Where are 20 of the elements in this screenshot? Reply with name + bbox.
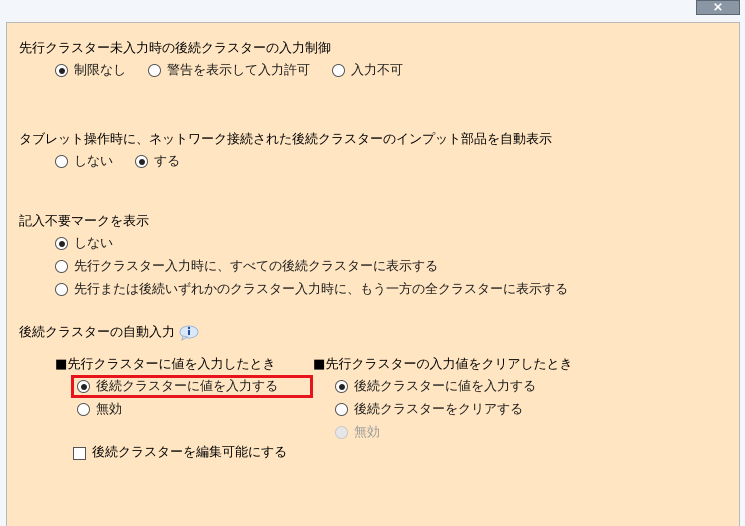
- group-heading: ■先行クラスターの入力値をクリアしたとき: [313, 356, 572, 374]
- radio-option[interactable]: 後続クラスターに値を入力する: [71, 375, 313, 398]
- radio-option[interactable]: しない: [49, 232, 739, 255]
- radio-option[interactable]: 後続クラスターをクリアする: [329, 398, 572, 421]
- radio-option[interactable]: 先行クラスター入力時に、すべての後続クラスターに表示する: [49, 255, 739, 278]
- radio-option[interactable]: する: [129, 150, 186, 173]
- checkbox-option[interactable]: 後続クラスターを編集可能にする: [55, 443, 313, 463]
- radio-option[interactable]: 警告を表示して入力許可: [142, 59, 316, 82]
- radio-option[interactable]: 先行または後続いずれかのクラスター入力時に、もう一方の全クラスターに表示する: [49, 278, 739, 301]
- info-icon: [179, 325, 199, 341]
- section-title: 記入不要マークを表示: [19, 213, 150, 231]
- section-title: タブレット操作時に、ネットワーク接続された後続クラスターのインプット部品を自動表示: [19, 131, 553, 149]
- group-heading: ■先行クラスターに値を入力したとき: [55, 356, 276, 374]
- section-title: 後続クラスターの自動入力: [19, 324, 175, 342]
- radio-option[interactable]: しない: [49, 150, 119, 173]
- section-title: 先行クラスター未入力時の後続クラスターの入力制御: [19, 40, 332, 58]
- radio-option[interactable]: 後続クラスターに値を入力する: [329, 375, 572, 398]
- radio-option[interactable]: 無効: [71, 398, 313, 421]
- radio-option[interactable]: 制限なし: [49, 59, 132, 82]
- radio-option[interactable]: 入力不可: [326, 59, 409, 82]
